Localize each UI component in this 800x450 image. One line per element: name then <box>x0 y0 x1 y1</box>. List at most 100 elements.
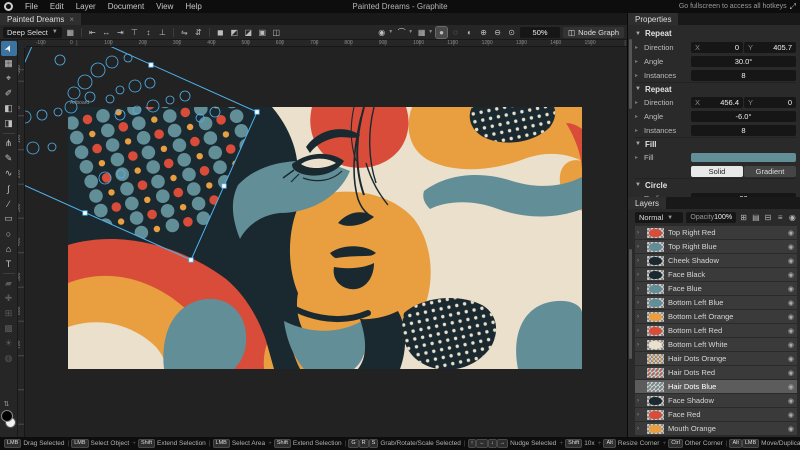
boolean-subtract-back-icon[interactable]: ◪ <box>243 27 254 38</box>
angle-input[interactable]: -6.0° <box>691 111 796 122</box>
layer-expand-icon[interactable]: › <box>637 300 643 306</box>
layer-row[interactable]: › Hair Dots Orange ◉ <box>635 352 797 365</box>
tool-freehand[interactable]: ∿ <box>1 166 17 181</box>
snapping-dropdown[interactable]: ⌒▼ <box>396 27 413 38</box>
menu-help[interactable]: Help <box>179 2 207 11</box>
viewport[interactable]: Artboard -100010020030040050060070080090… <box>18 40 627 437</box>
expand-arrow-icon[interactable]: ▸ <box>635 127 641 134</box>
instances-input[interactable]: 8 <box>691 125 796 136</box>
canvas-artwork[interactable]: Artboard <box>18 40 627 437</box>
tool-gradient[interactable]: ◨ <box>1 116 17 131</box>
menu-file[interactable]: File <box>19 2 44 11</box>
opacity-slider[interactable]: Opacity 100% <box>686 212 736 223</box>
align-center-vertical-icon[interactable]: ↕ <box>143 27 154 38</box>
visibility-eye-icon[interactable]: ◉ <box>788 299 794 307</box>
tool-eyedropper[interactable]: ✐ <box>1 86 17 101</box>
expand-arrow-icon[interactable]: ▸ <box>635 113 641 120</box>
swap-colors-icon[interactable]: ⇅ <box>4 400 10 408</box>
layer-expand-icon[interactable]: › <box>637 314 643 320</box>
tool-relight[interactable]: ☀ <box>1 336 17 351</box>
direction-y-input[interactable]: Y 0 <box>744 97 796 108</box>
visibility-eye-icon[interactable]: ◉ <box>788 425 794 433</box>
fill-gradient-button[interactable]: Gradient <box>744 166 796 177</box>
working-colors[interactable]: ⇅ <box>1 409 17 431</box>
fill-solid-button[interactable]: Solid <box>691 166 743 177</box>
boolean-intersect-icon[interactable]: ▣ <box>257 27 268 38</box>
section-header-repeat-2[interactable]: ▼ Repeat <box>635 82 796 95</box>
layer-expand-icon[interactable]: › <box>637 412 643 418</box>
layer-row[interactable]: › Top Right Blue ◉ <box>635 240 797 253</box>
visibility-eye-icon[interactable]: ◉ <box>788 383 794 391</box>
view-mode-pixels-icon[interactable]: ◐ <box>464 27 475 38</box>
align-top-icon[interactable]: ⊤ <box>129 27 140 38</box>
layer-expand-icon[interactable]: › <box>637 342 643 348</box>
selection-mode-dropdown[interactable]: Deep Select ▼ <box>3 27 62 38</box>
overlays-dropdown[interactable]: ◉▼ <box>376 27 393 38</box>
zoom-out-icon[interactable]: ⊖ <box>492 27 503 38</box>
angle-input[interactable]: 30.0° <box>691 56 796 67</box>
tool-detail[interactable]: ◍ <box>1 351 17 366</box>
layer-row[interactable]: › Top Right Red ◉ <box>635 226 797 239</box>
direction-x-input[interactable]: X 0 <box>691 42 743 53</box>
delete-layer-icon[interactable]: ⊟ <box>763 213 772 222</box>
section-header-circle[interactable]: ▼ Circle <box>635 178 796 191</box>
flip-vertical-icon[interactable]: ⇵ <box>193 27 204 38</box>
expand-arrow-icon[interactable]: ▸ <box>635 154 641 161</box>
layer-expand-icon[interactable]: › <box>637 398 643 404</box>
tool-brush[interactable]: ▰ <box>1 276 17 291</box>
visibility-eye-icon[interactable]: ◉ <box>788 369 794 377</box>
expand-all-icon[interactable]: ≡ <box>776 213 785 222</box>
visibility-eye-icon[interactable]: ◉ <box>788 341 794 349</box>
tool-polygon[interactable]: ⌂ <box>1 241 17 256</box>
tool-spline[interactable]: ∫ <box>1 181 17 196</box>
layer-row[interactable]: › Hair Dots Red ◉ <box>635 366 797 379</box>
expand-arrow-icon[interactable]: ▸ <box>635 99 641 106</box>
instances-input[interactable]: 8 <box>691 70 796 81</box>
section-header-repeat-1[interactable]: ▼ Repeat <box>635 27 796 40</box>
tool-path[interactable]: ⋔ <box>1 136 17 151</box>
expand-arrow-icon[interactable]: ▸ <box>635 72 641 79</box>
menu-edit[interactable]: Edit <box>44 2 70 11</box>
visibility-eye-icon[interactable]: ◉ <box>788 397 794 405</box>
layer-expand-icon[interactable]: › <box>637 426 643 432</box>
layer-row[interactable]: › Hair Dots Blue ◉ <box>635 380 797 393</box>
layer-expand-icon[interactable]: › <box>637 230 643 236</box>
tool-patch[interactable]: ▩ <box>1 321 17 336</box>
align-bottom-icon[interactable]: ⊥ <box>157 27 168 38</box>
new-layer-icon[interactable]: ⊞ <box>739 213 748 222</box>
layer-expand-icon[interactable]: › <box>637 272 643 278</box>
section-header-fill[interactable]: ▼ Fill <box>635 137 796 150</box>
visibility-eye-icon[interactable]: ◉ <box>788 271 794 279</box>
visibility-eye-icon[interactable]: ◉ <box>788 257 794 265</box>
boolean-difference-icon[interactable]: ◫ <box>271 27 282 38</box>
layer-row[interactable]: › Bottom Left Orange ◉ <box>635 310 797 323</box>
tab-painted-dreams[interactable]: Painted Dreams × <box>0 13 81 25</box>
tool-select[interactable]: ➤ <box>1 41 17 56</box>
tool-fill[interactable]: ◧ <box>1 101 17 116</box>
expand-arrow-icon[interactable]: ▸ <box>635 44 641 51</box>
node-graph-button[interactable]: ◫ Node Graph <box>563 27 624 38</box>
visibility-eye-icon[interactable]: ◉ <box>788 355 794 363</box>
tool-clone[interactable]: ⊞ <box>1 306 17 321</box>
layer-row[interactable]: › Face Shadow ◉ <box>635 394 797 407</box>
tool-heal[interactable]: ✚ <box>1 291 17 306</box>
align-center-horizontal-icon[interactable]: ↔ <box>101 27 112 38</box>
menu-view[interactable]: View <box>150 2 179 11</box>
visibility-eye-icon[interactable]: ◉ <box>788 411 794 419</box>
layer-expand-icon[interactable]: › <box>637 244 643 250</box>
expand-arrow-icon[interactable]: ▸ <box>635 58 641 65</box>
zoom-level-input[interactable]: 50% <box>520 27 560 38</box>
fullscreen-icon[interactable]: ⤢ <box>790 2 796 12</box>
grid-dropdown[interactable]: ▦▼ <box>416 27 433 38</box>
close-tab-icon[interactable]: × <box>69 15 74 24</box>
view-mode-outline-icon[interactable]: ◌ <box>450 27 461 38</box>
primary-color-swatch[interactable] <box>1 410 13 422</box>
properties-scrollbar[interactable] <box>629 39 632 109</box>
direction-y-input[interactable]: Y 405.7 <box>744 42 796 53</box>
tool-text[interactable]: T <box>1 256 17 271</box>
layer-row[interactable]: › Bottom Left White ◉ <box>635 338 797 351</box>
layer-row[interactable]: › Face Black ◉ <box>635 268 797 281</box>
layers-scrollbar[interactable] <box>629 249 632 359</box>
layer-row[interactable]: › Bottom Left Blue ◉ <box>635 296 797 309</box>
tool-pen[interactable]: ✎ <box>1 151 17 166</box>
